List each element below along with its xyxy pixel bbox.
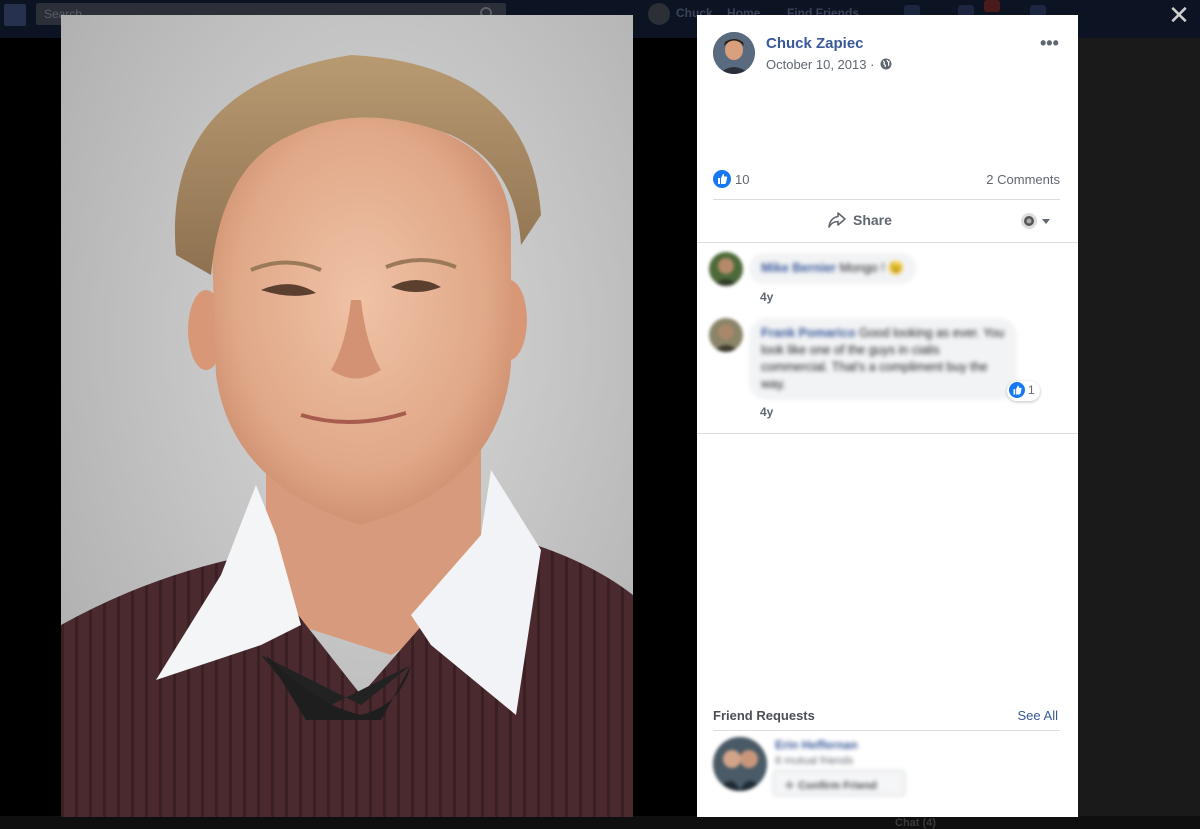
share-button[interactable]: Share xyxy=(827,211,892,231)
comment-reaction-count[interactable]: 1 xyxy=(1007,381,1040,401)
share-label: Share xyxy=(853,212,892,228)
post-side-panel: Chuck Zapiec October 10, 2013 · ••• 10 2… xyxy=(697,15,1078,817)
like-reaction-icon[interactable] xyxy=(713,170,731,188)
facebook-logo-icon xyxy=(4,4,26,26)
more-options-icon[interactable]: ••• xyxy=(1040,33,1059,54)
author-avatar[interactable] xyxy=(713,32,755,74)
background-profile-avatar xyxy=(648,3,670,25)
post-meta: October 10, 2013 · xyxy=(766,57,892,72)
confirm-friend-button[interactable]: ＋ Confirm Friend xyxy=(773,770,905,796)
globe-icon[interactable] xyxy=(880,58,892,70)
like-count[interactable]: 10 xyxy=(735,172,749,187)
comment-time[interactable]: 4y xyxy=(760,290,773,304)
notification-badge xyxy=(984,0,1000,12)
comment-bubble: Frank Pomarico Good looking as ever. You… xyxy=(749,318,1017,400)
profile-switcher-icon xyxy=(1021,213,1050,229)
close-icon[interactable]: ✕ xyxy=(1167,2,1191,28)
comment-author-link[interactable]: Frank Pomarico xyxy=(761,326,855,340)
author-name-link[interactable]: Chuck Zapiec xyxy=(766,35,864,52)
commenter-avatar[interactable] xyxy=(709,252,743,286)
like-reaction-icon xyxy=(1009,382,1025,398)
comment-time[interactable]: 4y xyxy=(760,405,773,419)
friend-request-name[interactable]: Erin Heffernan xyxy=(775,738,858,752)
divider xyxy=(713,199,1060,200)
background-right-column xyxy=(1078,38,1200,829)
comment-text: Mongo ! 😉 xyxy=(839,261,904,275)
friend-request-mutual[interactable]: 8 mutual friends xyxy=(775,755,853,767)
see-all-link[interactable]: See All xyxy=(1018,708,1058,723)
comment-bubble: Mike Bernier Mongo ! 😉 xyxy=(749,253,916,284)
divider xyxy=(697,433,1078,434)
author-avatar-image xyxy=(713,32,755,74)
share-icon xyxy=(828,212,846,228)
background-bottom-bar xyxy=(0,816,1200,829)
date-separator: · xyxy=(866,57,879,72)
post-date-link[interactable]: October 10, 2013 xyxy=(766,57,866,72)
friend-request-avatar[interactable] xyxy=(713,737,767,791)
friend-requests-title: Friend Requests xyxy=(713,708,815,723)
post-photo[interactable] xyxy=(61,15,633,817)
comment-as-selector[interactable] xyxy=(1020,212,1054,230)
comment-reaction-number: 1 xyxy=(1028,383,1035,397)
comment-author-link[interactable]: Mike Bernier xyxy=(761,261,836,275)
divider xyxy=(713,730,1060,731)
divider xyxy=(697,242,1078,243)
comments-count-link[interactable]: 2 Comments xyxy=(986,172,1060,187)
commenter-avatar[interactable] xyxy=(709,318,743,352)
add-friend-icon: ＋ xyxy=(784,780,799,792)
background-chat-label: Chat (4) xyxy=(895,817,936,829)
confirm-friend-label: Confirm Friend xyxy=(798,780,877,792)
portrait-illustration xyxy=(61,55,633,817)
